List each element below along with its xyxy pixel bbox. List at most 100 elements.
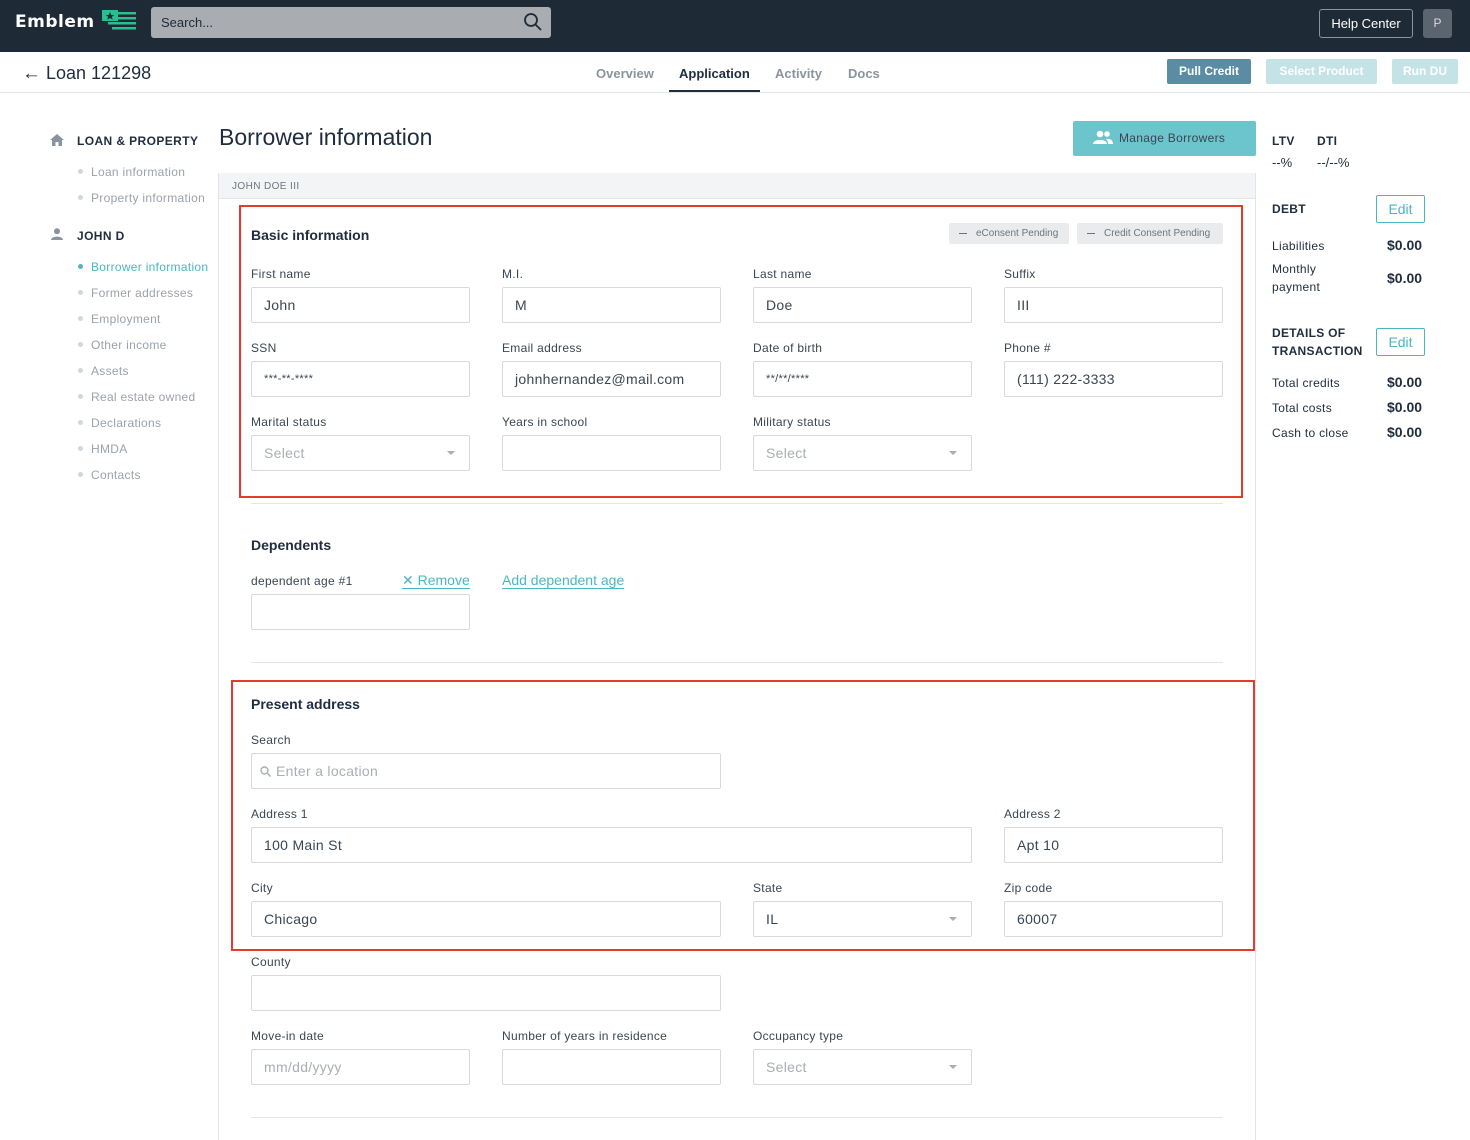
dependent-age-field[interactable] (251, 594, 470, 630)
county-field[interactable] (251, 975, 721, 1011)
debt-edit-button[interactable]: Edit (1376, 195, 1425, 223)
basic-information-title: Basic information (251, 227, 370, 243)
address2-field[interactable]: Apt 10 (1004, 827, 1223, 863)
transaction-edit-button[interactable]: Edit (1376, 328, 1425, 356)
add-dependent-age-link[interactable]: Add dependent age (502, 573, 625, 589)
help-center-button[interactable]: Help Center (1319, 9, 1413, 38)
nav-item-loan-information[interactable]: Loan information (78, 165, 185, 179)
global-search-input[interactable]: Search... (151, 7, 551, 38)
phone-field[interactable]: (111) 222-3333 (1004, 361, 1223, 397)
nav-item-assets[interactable]: Assets (78, 364, 129, 378)
nav-section-loan-property[interactable]: LOAN & PROPERTY (77, 134, 198, 148)
nav-section-john-d[interactable]: JOHN D (77, 229, 125, 243)
address1-label: Address 1 (251, 807, 308, 821)
nav-item-hmda[interactable]: HMDA (78, 442, 128, 456)
ssn-field[interactable]: ***-**-**** (251, 361, 470, 397)
address1-field[interactable]: 100 Main St (251, 827, 972, 863)
occupancy-type-select[interactable]: Select (753, 1049, 972, 1085)
email-label: Email address (502, 341, 582, 355)
last-name-label: Last name (753, 267, 812, 281)
people-icon (1093, 130, 1113, 144)
monthly-payment-value: $0.00 (1387, 270, 1423, 286)
location-placeholder: Enter a location (276, 763, 379, 779)
county-label: County (251, 955, 291, 969)
tab-application[interactable]: Application (679, 66, 750, 81)
email-field[interactable]: johnhernandez@mail.com (502, 361, 721, 397)
monthly-payment-label-line2: payment (1272, 280, 1321, 294)
nav-item-label: Real estate owned (91, 390, 196, 404)
nav-item-other-income[interactable]: Other income (78, 338, 167, 352)
present-address-title: Present address (251, 696, 360, 712)
cash-to-close-label: Cash to close (1272, 426, 1349, 440)
tab-docs[interactable]: Docs (848, 66, 880, 81)
dob-label: Date of birth (753, 341, 823, 355)
search-icon[interactable] (523, 12, 543, 32)
section-divider (251, 662, 1223, 663)
phone-label: Phone # (1004, 341, 1051, 355)
years-in-residence-field[interactable] (502, 1049, 721, 1085)
suffix-field[interactable]: III (1004, 287, 1223, 323)
nav-dot (78, 368, 83, 374)
move-in-date-label: Move-in date (251, 1029, 324, 1043)
nav-item-former-addresses[interactable]: Former addresses (78, 286, 193, 300)
years-in-residence-label: Number of years in residence (502, 1029, 668, 1043)
monthly-payment-label-line1: Monthly (1272, 262, 1317, 276)
nav-item-declarations[interactable]: Declarations (78, 416, 161, 430)
nav-dot (78, 420, 83, 426)
military-status-label: Military status (753, 415, 831, 429)
nav-item-label: Loan information (91, 165, 186, 179)
years-in-school-field[interactable] (502, 435, 721, 471)
nav-item-contacts[interactable]: Contacts (78, 468, 141, 482)
state-select[interactable]: IL (753, 901, 972, 937)
run-du-button[interactable]: Run DU (1392, 59, 1458, 84)
nav-dot (78, 316, 83, 322)
badge-label: eConsent Pending (976, 228, 1059, 239)
total-credits-value: $0.00 (1387, 374, 1423, 390)
remove-label: Remove (417, 572, 470, 588)
marital-status-label: Marital status (251, 415, 327, 429)
app-logo-text[interactable]: Emblem (15, 12, 95, 32)
select-value: Select (766, 445, 807, 461)
tab-activity[interactable]: Activity (775, 66, 822, 81)
location-search-input[interactable]: Enter a location (251, 753, 721, 789)
nav-item-borrower-information[interactable]: Borrower information (78, 260, 208, 274)
tab-overview[interactable]: Overview (596, 66, 654, 81)
ltv-value: --% (1272, 155, 1293, 170)
move-in-date-field[interactable]: mm/dd/yyyy (251, 1049, 470, 1085)
total-costs-value: $0.00 (1387, 399, 1423, 415)
city-field[interactable]: Chicago (251, 901, 721, 937)
user-avatar[interactable]: P (1423, 9, 1452, 38)
nav-item-real-estate-owned[interactable]: Real estate owned (78, 390, 196, 404)
total-credits-label: Total credits (1272, 376, 1340, 390)
nav-item-label: Employment (91, 312, 161, 326)
back-arrow-icon[interactable]: ← (22, 63, 41, 85)
select-value: IL (766, 911, 779, 927)
select-product-button[interactable]: Select Product (1266, 59, 1377, 84)
military-status-select[interactable]: Select (753, 435, 972, 471)
marital-status-select[interactable]: Select (251, 435, 470, 471)
nav-dot (78, 169, 83, 175)
nav-item-label: Declarations (91, 416, 162, 430)
last-name-field[interactable]: Doe (753, 287, 972, 323)
ltv-label: LTV (1272, 134, 1295, 148)
first-name-field[interactable]: John (251, 287, 470, 323)
econsent-status-badge: eConsent Pending (949, 223, 1069, 244)
dti-value: --/--% (1317, 155, 1350, 170)
transaction-title-line1: DETAILS OF (1272, 326, 1346, 340)
middle-initial-field[interactable]: M (502, 287, 721, 323)
pull-credit-button[interactable]: Pull Credit (1167, 59, 1251, 84)
nav-item-employment[interactable]: Employment (78, 312, 161, 326)
manage-borrowers-button[interactable]: Manage Borrowers (1073, 121, 1256, 156)
city-label: City (251, 881, 273, 895)
remove-dependent-link[interactable]: ✕ Remove (402, 573, 470, 589)
home-icon (50, 134, 64, 146)
first-name-label: First name (251, 267, 311, 281)
date-of-birth-field[interactable]: **/**/**** (753, 361, 972, 397)
manage-borrowers-label: Manage Borrowers (1119, 131, 1226, 145)
nav-item-property-information[interactable]: Property information (78, 191, 205, 205)
zip-field[interactable]: 60007 (1004, 901, 1223, 937)
dash-icon (959, 232, 967, 234)
section-divider (251, 1117, 1223, 1118)
chevron-down-icon (949, 451, 957, 455)
nav-item-label: Other income (91, 338, 167, 352)
